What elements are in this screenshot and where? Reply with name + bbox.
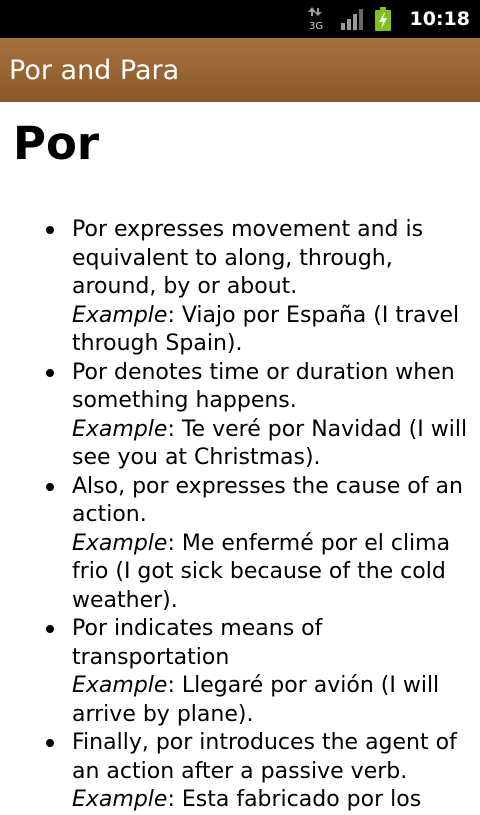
item-text: Finally, por introduces the agent of an … [72, 730, 457, 784]
list-item: Por indicates means of transportation Ex… [13, 615, 468, 729]
example-label: Example [72, 673, 168, 698]
list-item: Por denotes time or duration when someth… [13, 359, 468, 473]
item-text: Also, por expresses the cause of an acti… [72, 473, 463, 528]
status-clock: 10:18 [409, 8, 470, 30]
bullet-icon [46, 739, 54, 747]
bullet-icon [46, 625, 54, 633]
example-label: Example [72, 302, 168, 328]
item-text: Por indicates means of transportation [72, 616, 323, 670]
item-text: Por expresses movement and is equivalent… [72, 217, 424, 299]
status-bar: 3G 10:18 [0, 0, 480, 38]
app-title-bar: Por and Para [0, 38, 480, 102]
content-area: Por Por expresses movement and is equiva… [0, 102, 480, 815]
signal-strength-icon [340, 8, 364, 30]
list-item: Also, por expresses the cause of an acti… [13, 473, 468, 616]
item-text: Por denotes time or duration when someth… [72, 359, 455, 414]
example-label: Example [72, 530, 168, 556]
data-3g-icon: 3G [307, 7, 330, 31]
battery-charging-icon [374, 7, 392, 31]
network-type-label: 3G [309, 21, 323, 31]
list-item: Finally, por introduces the agent of an … [13, 729, 468, 815]
rules-list: Por expresses movement and is equivalent… [13, 216, 468, 815]
bullet-icon [46, 482, 54, 491]
section-heading: Por [13, 117, 100, 170]
bullet-icon [46, 226, 54, 234]
app-title: Por and Para [9, 54, 180, 86]
list-item: Por expresses movement and is equivalent… [13, 216, 468, 359]
example-label: Example [72, 416, 168, 442]
bullet-icon [46, 368, 54, 377]
